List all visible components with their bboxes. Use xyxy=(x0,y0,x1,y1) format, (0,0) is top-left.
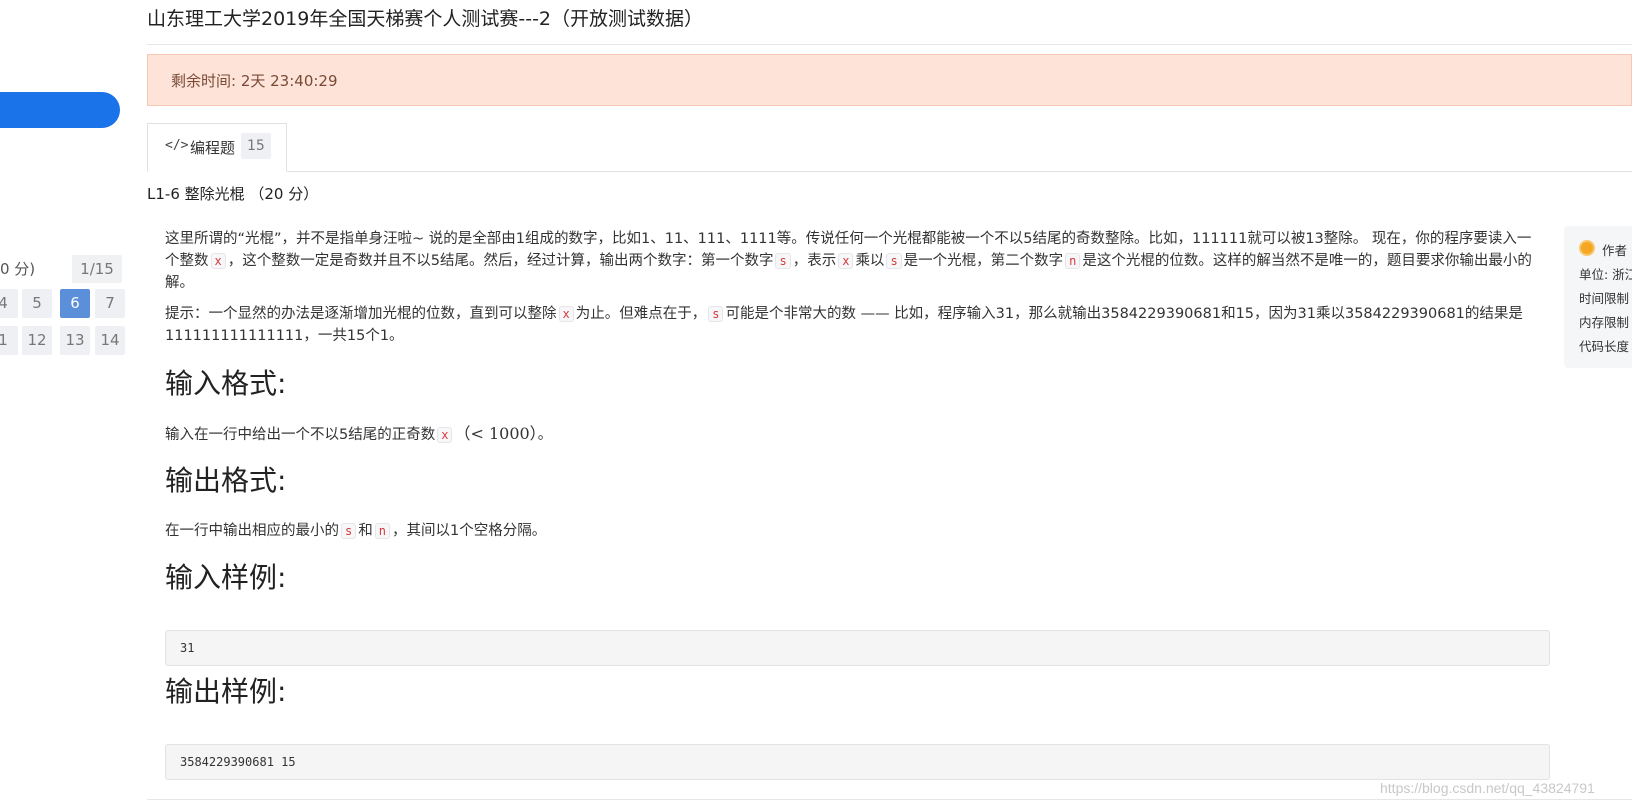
problem-description: 这里所谓的“光棍”，并不是指单身汪啦~ 说的是全部由1组成的数字，比如1、11、… xyxy=(165,228,1545,294)
var-x: x xyxy=(210,253,226,269)
var-n: n xyxy=(1065,253,1081,269)
sample-output-heading: 输出样例: xyxy=(165,675,287,708)
question-number-7[interactable]: 7 xyxy=(95,289,125,318)
question-number-13[interactable]: 13 xyxy=(60,326,90,355)
sidebar-active-nav-item[interactable] xyxy=(0,92,120,128)
sample-input-heading: 输入样例: xyxy=(165,561,287,594)
var-s: s xyxy=(341,523,357,539)
memory-limit-label: 内存限制 xyxy=(1579,315,1630,330)
var-n: n xyxy=(374,523,390,539)
page-title: 山东理工大学2019年全国天梯赛个人测试赛---2（开放测试数据） xyxy=(147,8,704,30)
problem-title: L1-6 整除光棍 （20 分） xyxy=(147,185,319,203)
question-number-11[interactable]: 1 xyxy=(0,326,18,355)
tab-programming-problems[interactable]: </> 编程题 15 xyxy=(147,123,287,172)
tab-bar-divider xyxy=(147,171,1632,172)
question-progress: 1/15 xyxy=(72,255,122,283)
time-limit-label: 时间限制 xyxy=(1579,291,1630,306)
author-badge-icon xyxy=(1579,240,1595,256)
var-s: s xyxy=(886,253,902,269)
question-number-5[interactable]: 5 xyxy=(22,289,52,318)
input-format-text: 输入在一行中给出一个不以5结尾的正奇数 x （< 1000）。 xyxy=(165,424,553,443)
problem-info-card: 作者 单位: 浙江 时间限制 内存限制 代码长度 xyxy=(1564,226,1632,368)
unit-label: 单位: 浙江 xyxy=(1579,267,1632,282)
code-icon: </> xyxy=(165,138,189,153)
var-s: s xyxy=(775,253,791,269)
watermark: https://blog.csdn.net/qq_43824791 xyxy=(1380,780,1595,796)
tab-label: 编程题 xyxy=(190,139,236,157)
countdown-banner: 剩余时间: 2天 23:40:29 xyxy=(147,54,1632,106)
output-format-heading: 输出格式: xyxy=(165,464,287,497)
var-x: x xyxy=(558,306,574,322)
description-paragraph-1: 这里所谓的“光棍”，并不是指单身汪啦~ 说的是全部由1组成的数字，比如1、11、… xyxy=(165,231,1532,291)
question-number-12[interactable]: 12 xyxy=(22,326,52,355)
title-divider xyxy=(147,44,1632,45)
sample-input-box[interactable]: 31 xyxy=(165,630,1550,666)
sample-output-value: 3584229390681 15 xyxy=(180,755,296,769)
math-constraint: （< 1000） xyxy=(454,424,538,443)
problem-hint: 提示：一个显然的办法是逐渐增加光棍的位数，直到可以整除 x 为止。但难点在于， s 可能… xyxy=(165,303,1545,347)
var-s: s xyxy=(708,306,724,322)
sample-output-box[interactable]: 3584229390681 15 xyxy=(165,744,1550,780)
countdown-text: 剩余时间: 2天 23:40:29 xyxy=(171,72,338,90)
bottom-divider xyxy=(147,799,1632,800)
sidebar-score-fragment: 0 分) xyxy=(0,260,36,278)
input-format-heading: 输入格式: xyxy=(165,367,287,400)
code-length-label: 代码长度 xyxy=(1579,339,1630,354)
question-number-4[interactable]: 4 xyxy=(0,289,18,318)
hint-paragraph: 提示：一个显然的办法是逐渐增加光棍的位数，直到可以整除 x 为止。但难点在于， s 可能… xyxy=(165,306,1523,344)
sample-input-value: 31 xyxy=(180,641,195,655)
author-label: 作者 xyxy=(1602,243,1628,258)
tab-count-badge: 15 xyxy=(241,133,271,159)
question-number-6-active[interactable]: 6 xyxy=(60,289,90,318)
question-number-14[interactable]: 14 xyxy=(95,326,125,355)
var-x: x xyxy=(437,427,453,443)
var-x: x xyxy=(838,253,854,269)
output-format-text: 在一行中输出相应的最小的 s 和 n ，其间以1个空格分隔。 xyxy=(165,523,547,539)
